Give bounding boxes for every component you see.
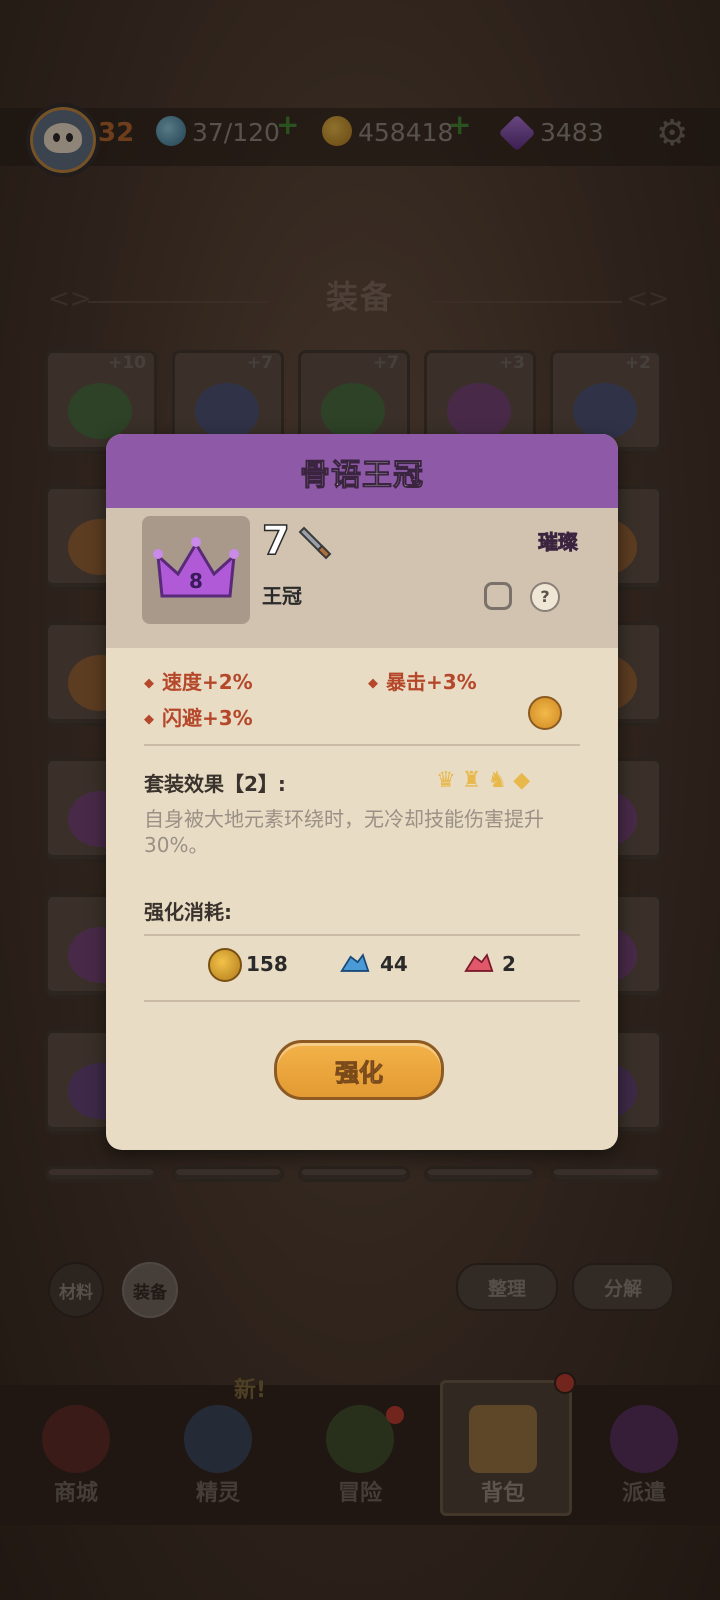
blue-ore-icon — [340, 953, 370, 972]
shield-set-icon: ◆ — [513, 768, 537, 793]
stat-crit: ◆ 暴击+3% — [368, 670, 477, 694]
item-detail-dialog: 骨语王冠 8 7 王冠 璀璨 ? ◆ 速度+2% ◆ 暴击+3% ◆ 闪避+3% 套装… — [106, 434, 618, 1150]
set-piece-icons: ♛♜♞◆ — [436, 768, 536, 793]
help-icon[interactable]: ? — [530, 582, 560, 612]
item-enhance-level: 7 — [261, 517, 290, 565]
item-rarity: 璀璨 — [538, 530, 579, 555]
upgrade-cost-title: 强化消耗: — [144, 900, 232, 924]
helmet-set-icon: ♜ — [461, 768, 488, 793]
svg-text:8: 8 — [189, 569, 203, 593]
cost-blue-ore: 44 — [380, 952, 408, 976]
set-effect-description: 自身被大地元素环绕时，无冷却技能伤害提升30%。 — [144, 807, 544, 857]
item-icon-frame: 8 — [142, 516, 250, 624]
divider — [144, 744, 580, 746]
set-effect-title: 套装效果【2】: — [144, 772, 286, 796]
sword-icon — [298, 526, 332, 560]
armor-set-icon: ♞ — [487, 768, 514, 793]
crown-icon: 8 — [153, 537, 239, 598]
red-ore-icon — [464, 953, 494, 972]
reroll-icon[interactable] — [528, 696, 562, 730]
stat-speed: ◆ 速度+2% — [144, 670, 253, 694]
crown-set-icon: ♛ — [436, 768, 462, 793]
dialog-title: 骨语王冠 — [300, 458, 424, 494]
stat-dodge: ◆ 闪避+3% — [144, 706, 253, 730]
cost-coins: 158 — [246, 952, 288, 976]
coin-icon — [208, 948, 242, 982]
upgrade-button[interactable]: 强化 — [274, 1040, 444, 1100]
lock-icon[interactable] — [484, 582, 512, 610]
cost-red-ore: 2 — [502, 952, 516, 976]
divider — [144, 1000, 580, 1002]
item-type: 王冠 — [262, 584, 302, 608]
divider — [144, 934, 580, 936]
